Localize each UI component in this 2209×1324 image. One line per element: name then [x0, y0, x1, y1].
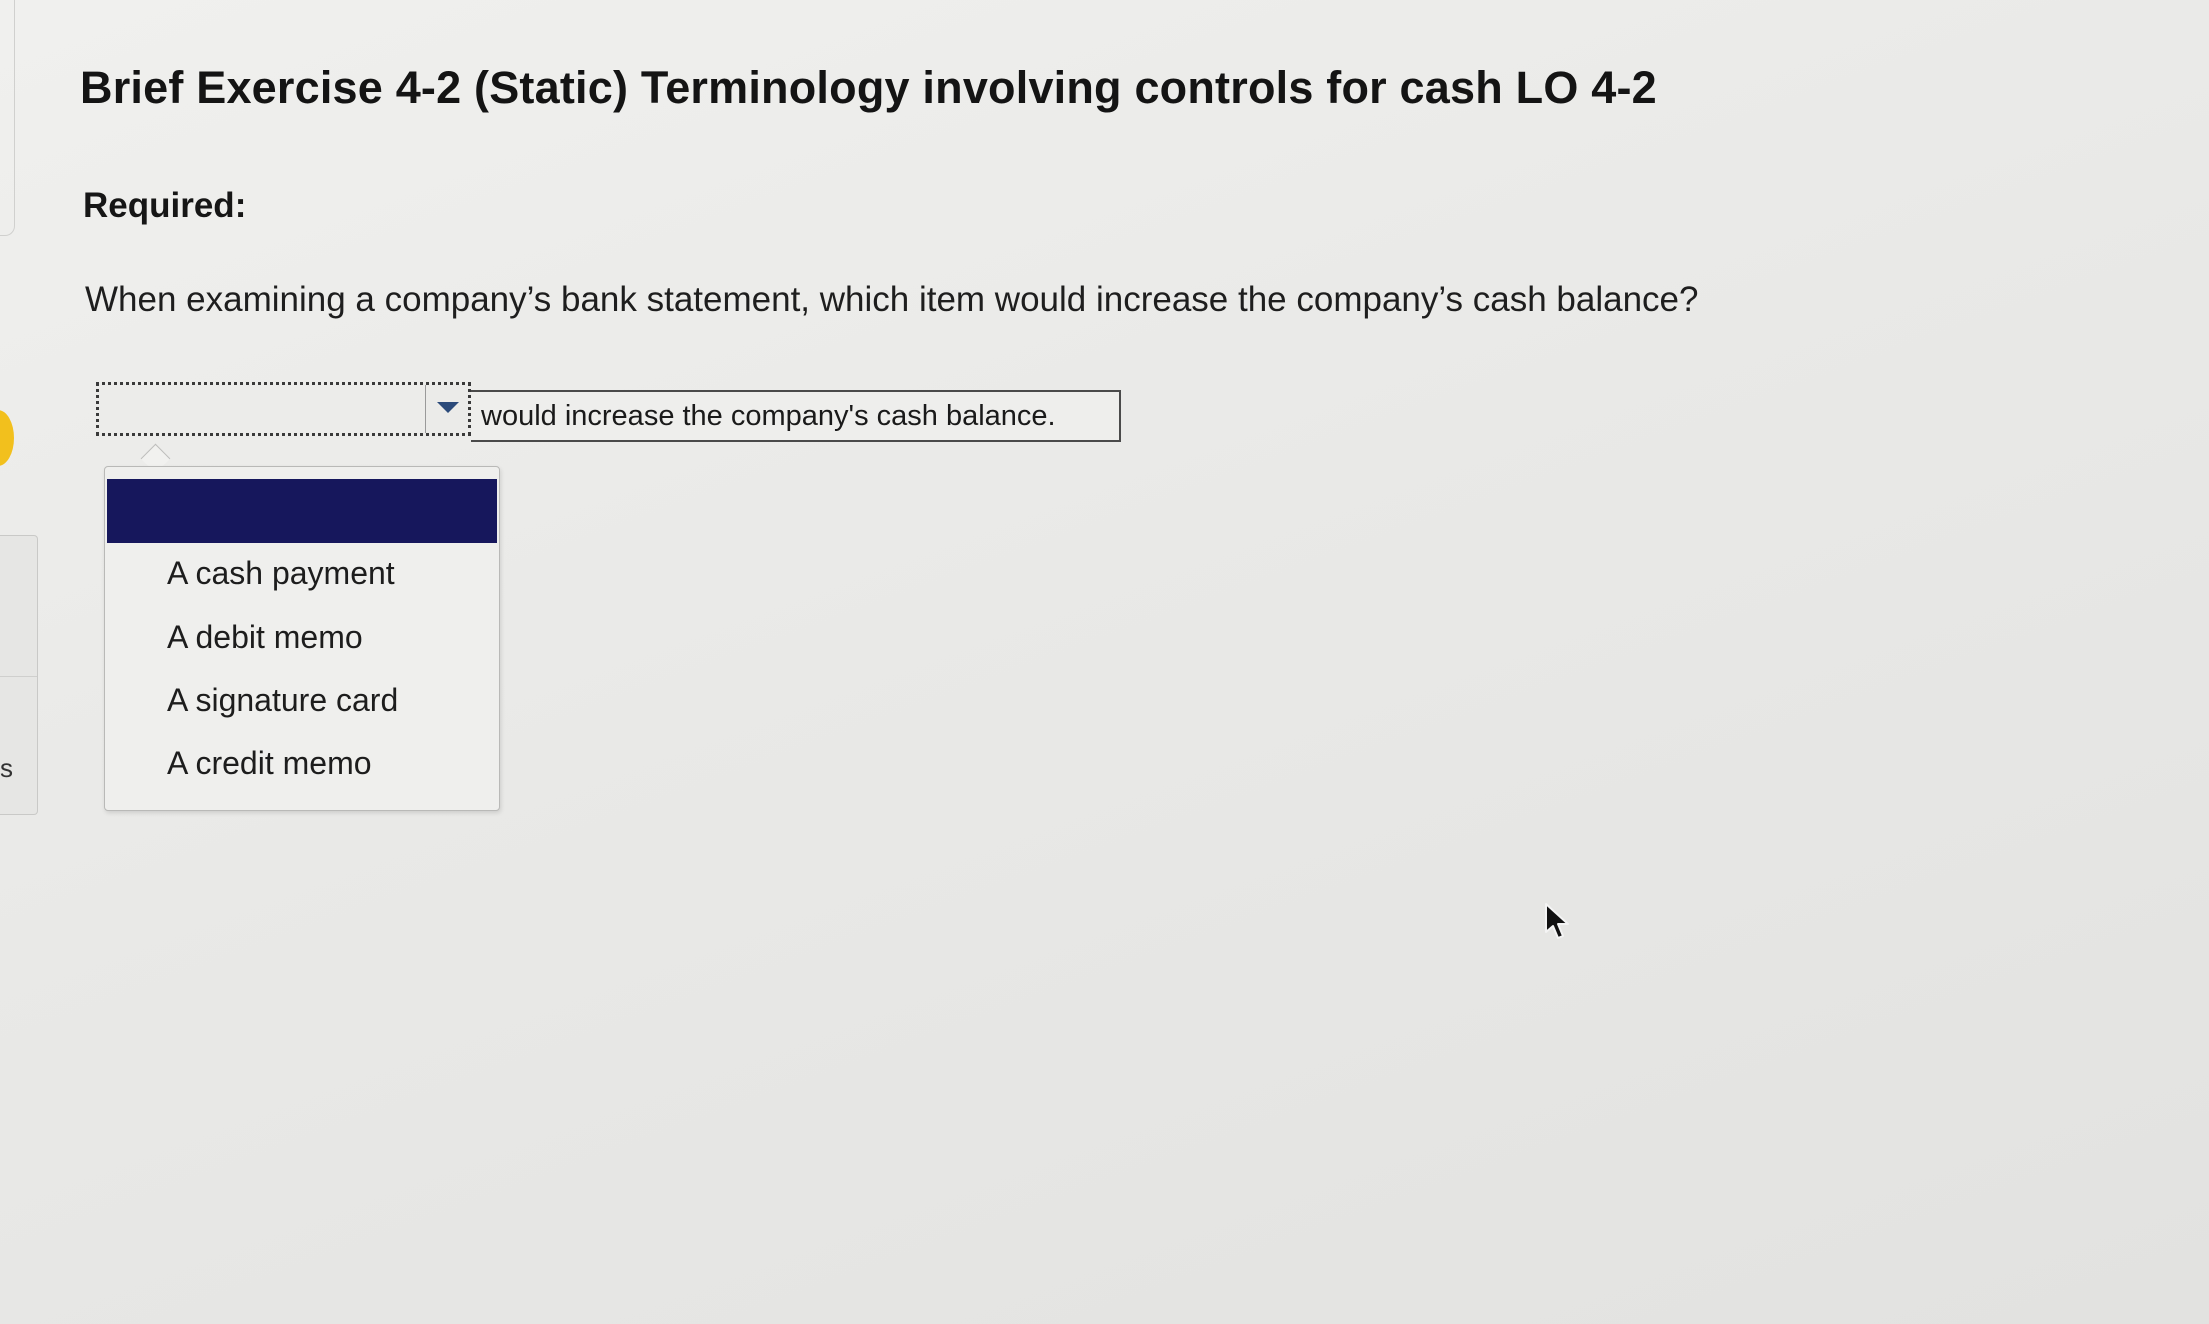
- answer-row: would increase the company's cash balanc…: [96, 382, 1121, 442]
- question-text: When examining a company’s bank statemen…: [85, 280, 1699, 319]
- dropdown-option-signature-card[interactable]: A signature card: [167, 682, 398, 719]
- select-arrow-button[interactable]: [425, 385, 468, 433]
- side-panel-letter: s: [0, 753, 13, 783]
- dropdown-option-debit-memo[interactable]: A debit memo: [167, 619, 363, 656]
- mouse-pointer-icon: [1545, 903, 1569, 939]
- panel-edge: [0, 0, 15, 236]
- answer-select[interactable]: [96, 382, 471, 436]
- exercise-title: Brief Exercise 4-2 (Static) Terminology …: [80, 62, 1657, 113]
- dropdown-menu: A cash payment A debit memo A signature …: [104, 466, 500, 811]
- side-panel-divider: [0, 676, 37, 677]
- required-label: Required:: [83, 186, 247, 225]
- side-panel-edge: s: [0, 535, 38, 815]
- dropdown-option-cash-payment[interactable]: A cash payment: [167, 555, 395, 592]
- dropdown-option-blank[interactable]: [107, 479, 497, 543]
- dropdown-option-credit-memo[interactable]: A credit memo: [167, 745, 372, 782]
- answer-suffix: would increase the company's cash balanc…: [471, 390, 1121, 442]
- status-dot: [0, 410, 14, 466]
- chevron-down-icon: [437, 402, 459, 413]
